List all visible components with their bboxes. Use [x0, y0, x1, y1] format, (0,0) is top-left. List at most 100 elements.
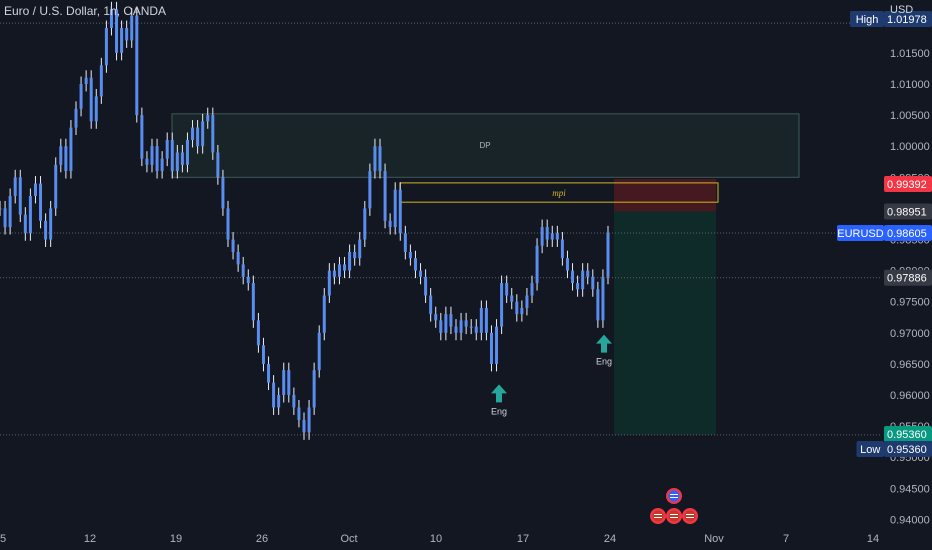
price-tag-value: 0.98605: [887, 228, 927, 240]
candle-body: [474, 326, 478, 333]
y-tick-label: 1.00000: [890, 141, 930, 153]
us-flag-icon[interactable]: [650, 508, 666, 524]
candle-body: [530, 283, 534, 296]
candle-body: [489, 332, 493, 364]
candle-body: [64, 146, 68, 172]
us-flag-icon[interactable]: [666, 508, 682, 524]
candle-body: [591, 276, 595, 290]
candle-body: [267, 363, 271, 383]
x-tick-label: Nov: [704, 533, 724, 545]
candle-body: [373, 146, 377, 172]
price-tag-value: 0.95360: [887, 429, 927, 441]
x-tick-label: 26: [256, 533, 268, 545]
candle-body: [277, 395, 281, 408]
candle-body: [13, 177, 17, 196]
event-flag: [668, 490, 680, 502]
price-tag-neutral: 0.97886: [884, 269, 932, 286]
candle-body: [322, 295, 326, 333]
candle-body: [297, 407, 301, 420]
candle-body: [216, 152, 220, 178]
candle-body: [317, 332, 321, 371]
marker-label: Eng: [596, 357, 612, 367]
candle-body: [505, 283, 509, 296]
candle-body: [419, 270, 423, 277]
candle-body: [241, 264, 245, 277]
candle-body: [0, 208, 2, 210]
candle-body: [8, 195, 12, 228]
candle-body: [429, 295, 433, 315]
candle-body: [469, 326, 473, 328]
candle-body: [500, 283, 504, 327]
candle-body: [74, 108, 78, 128]
candle-body: [525, 295, 529, 308]
mpi-zone-label: mpi: [552, 188, 566, 198]
eu-flag-icon[interactable]: [666, 488, 682, 504]
candle-body: [358, 239, 362, 259]
us-flag-icon[interactable]: [682, 508, 698, 524]
x-tick-label: 24: [604, 533, 616, 545]
stop-loss-zone: [614, 179, 716, 212]
candle-body: [388, 220, 392, 228]
candle-body: [484, 307, 488, 333]
candle-body: [221, 177, 225, 209]
event-flag: [668, 510, 680, 522]
candle-body: [180, 152, 184, 165]
candle-body: [560, 239, 564, 259]
candle-body: [79, 83, 83, 109]
candle-body: [535, 245, 539, 284]
y-tick-label: 0.97000: [890, 328, 930, 340]
candle-body: [464, 320, 468, 327]
candle-body: [495, 326, 499, 364]
candle-body: [287, 370, 291, 396]
candle-body: [540, 227, 544, 246]
candle-body: [33, 183, 37, 196]
candle-body: [89, 77, 93, 122]
candle-body: [236, 251, 240, 265]
candle-body: [59, 146, 63, 165]
candle-body: [312, 370, 316, 408]
candle-body: [23, 214, 27, 234]
candle-body: [251, 283, 255, 321]
candle-body: [555, 233, 559, 240]
currency-label: USD: [890, 4, 914, 16]
candle-body: [581, 270, 585, 290]
candle-body: [606, 233, 610, 277]
dp-zone-label: DP: [479, 141, 490, 150]
candle-body: [545, 227, 549, 240]
candle-body: [413, 258, 417, 271]
price-tag-value: 0.97886: [887, 273, 927, 285]
candle-body: [140, 115, 144, 159]
candle-body: [155, 146, 159, 172]
candle-body: [378, 146, 382, 172]
candle-body: [211, 115, 215, 153]
candle-body: [120, 27, 124, 53]
candle-body: [246, 276, 250, 284]
candle-body: [130, 15, 134, 41]
candle-body: [206, 115, 210, 122]
candle-body: [145, 158, 149, 165]
candle-body: [332, 270, 336, 277]
candle-body: [175, 152, 179, 172]
price-tag-low: Low 0.95360: [856, 441, 932, 457]
candle-body: [256, 320, 260, 346]
y-tick-label: 0.96500: [890, 359, 930, 371]
candle-body: [44, 220, 48, 240]
x-tick-label: 10: [430, 533, 442, 545]
candle-body: [337, 264, 341, 277]
candle-body: [18, 177, 22, 215]
candle-body: [84, 77, 88, 84]
candle-body: [125, 27, 129, 41]
candle-body: [165, 139, 169, 159]
x-tick-label: 12: [84, 533, 96, 545]
candle-body: [424, 276, 428, 296]
candle-body: [135, 15, 139, 116]
price-chart[interactable]: DP mpi Eng Eng 1.01500 1.01000 1.00500 1.0000…: [0, 0, 932, 550]
candle-body: [150, 146, 154, 165]
candle-body: [348, 251, 352, 271]
x-tick-label: 5: [0, 533, 6, 545]
x-tick-label: 19: [170, 533, 182, 545]
chart-background: [0, 0, 932, 550]
candle-body: [99, 65, 103, 97]
candle-body: [449, 314, 453, 327]
chart-title: Euro / U.S. Dollar, 1h, OANDA: [4, 4, 167, 18]
